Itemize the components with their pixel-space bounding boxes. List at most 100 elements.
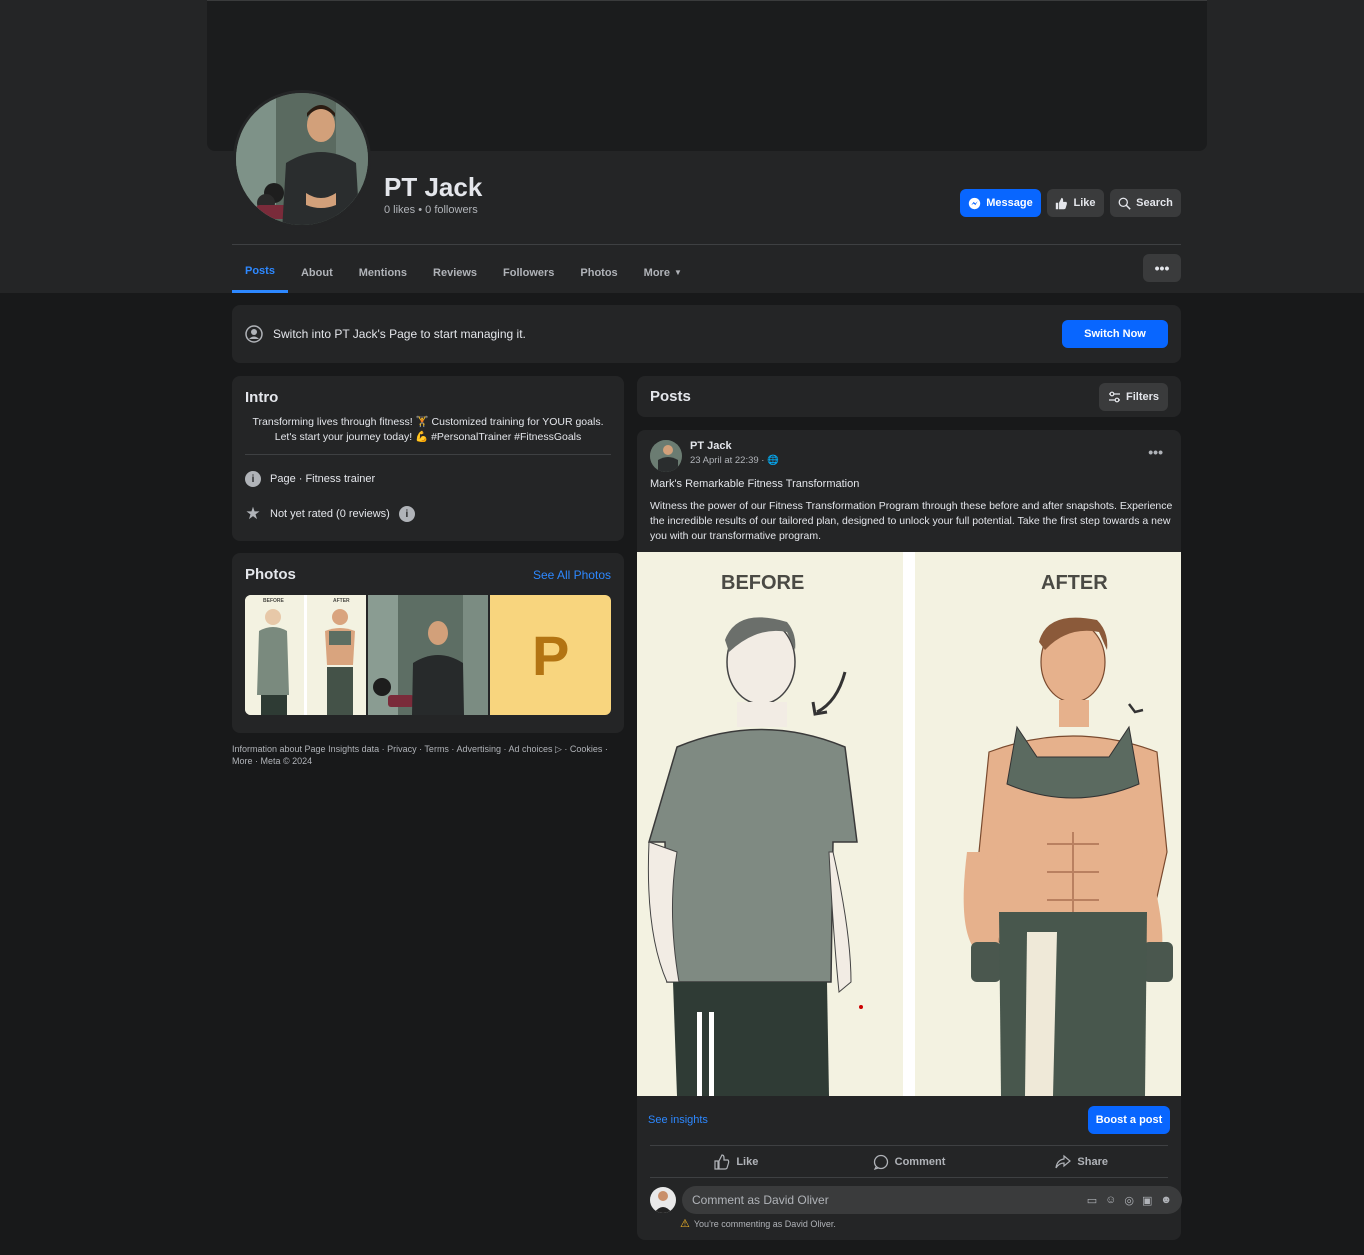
after-label: AFTER: [1041, 572, 1108, 594]
commenting-as-notice: ⚠ You're commenting as David Oliver.: [680, 1217, 836, 1230]
message-button-label: Message: [986, 197, 1033, 209]
tab-label: Followers: [503, 266, 555, 279]
thumbs-up-icon: [714, 1153, 730, 1170]
post-actions: Like Comment Share: [650, 1145, 1168, 1178]
photo-thumbnail[interactable]: BEFORE AFTER: [245, 595, 366, 715]
post-insights-row: See insights Boost a post: [637, 1096, 1181, 1144]
author-avatar[interactable]: [650, 440, 682, 472]
tab-about[interactable]: About: [288, 252, 346, 293]
sliders-icon: [1108, 391, 1121, 403]
messenger-icon: [968, 197, 981, 210]
filters-button[interactable]: Filters: [1098, 382, 1168, 411]
see-all-photos-link[interactable]: See All Photos: [533, 568, 611, 582]
profile-picture[interactable]: [233, 90, 371, 228]
camera-icon[interactable]: ◎: [1124, 1194, 1134, 1207]
sticker-icon[interactable]: ▭: [1087, 1194, 1097, 1207]
tab-label: More: [643, 266, 670, 279]
tab-label: About: [300, 266, 333, 279]
post-card: PT Jack 23 April at 22:39 · 🌐 ••• Mark's…: [637, 430, 1182, 1240]
author-name[interactable]: PT Jack: [690, 440, 779, 452]
intro-bio: Transforming lives through fitness! 🏋️ C…: [245, 415, 611, 455]
switch-now-button[interactable]: Switch Now: [1062, 320, 1168, 348]
profile-switch-icon: [245, 325, 263, 343]
photo-thumbnail[interactable]: P: [490, 595, 611, 715]
tab-mentions[interactable]: Mentions: [346, 252, 420, 293]
warning-icon: ⚠: [680, 1218, 690, 1230]
comment-tools: ▭ ☺ ◎ ▣ ☻: [1087, 1194, 1172, 1207]
comment-label: Comment: [894, 1155, 946, 1168]
post-timestamp[interactable]: 23 April at 22:39 · 🌐: [690, 455, 779, 466]
filters-label: Filters: [1125, 390, 1159, 403]
tab-label: Photos: [580, 266, 618, 279]
like-label: Like: [736, 1155, 759, 1168]
info-icon[interactable]: i: [398, 506, 415, 522]
rating-row: ★ Not yet rated (0 reviews) i: [245, 504, 611, 524]
message-button[interactable]: Message: [960, 189, 1041, 217]
photos-card: Photos See All Photos BEFORE AFTER P: [232, 553, 624, 733]
post-body: Witness the power of our Fitness Transfo…: [650, 500, 1173, 542]
page-tabs: Posts About Mentions Reviews Followers P…: [232, 252, 695, 293]
see-insights-link[interactable]: See insights: [648, 1114, 708, 1126]
image-divider: [903, 552, 915, 1096]
ellipsis-icon: •••: [1148, 444, 1163, 460]
comment-button[interactable]: Comment: [823, 1146, 996, 1177]
like-page-button[interactable]: Like: [1047, 189, 1104, 217]
caret-down-icon: ▼: [673, 268, 682, 277]
commenter-avatar[interactable]: [650, 1187, 676, 1213]
thumbs-up-icon: [1055, 197, 1068, 210]
header-divider: [232, 244, 1181, 245]
search-button[interactable]: Search: [1110, 189, 1181, 217]
tab-label: Mentions: [358, 266, 408, 279]
search-button-label: Search: [1136, 197, 1173, 209]
photo-grid: BEFORE AFTER P: [245, 595, 611, 715]
more-options-button[interactable]: •••: [1143, 254, 1181, 282]
posts-title: Posts: [650, 388, 691, 405]
page-category: Page · Fitness trainer: [270, 473, 376, 485]
share-button[interactable]: Share: [995, 1146, 1168, 1177]
tab-reviews[interactable]: Reviews: [420, 252, 490, 293]
page-stats: 0 likes • 0 followers: [384, 204, 478, 216]
intro-card: Intro Transforming lives through fitness…: [232, 376, 624, 541]
tab-photos[interactable]: Photos: [567, 252, 630, 293]
gif-icon[interactable]: ▣: [1142, 1194, 1152, 1207]
page-title: PT Jack: [384, 172, 483, 202]
comment-input[interactable]: Comment as David Oliver ▭ ☺ ◎ ▣ ☻: [682, 1186, 1182, 1214]
info-icon: i: [245, 471, 261, 487]
thumb-after-label: AFTER: [333, 598, 350, 604]
tab-label: Posts: [245, 265, 275, 277]
before-label: BEFORE: [721, 572, 805, 594]
page-initial-logo: P: [532, 623, 570, 687]
search-icon: [1118, 197, 1131, 210]
tab-posts[interactable]: Posts: [232, 252, 288, 293]
comment-composer: Comment as David Oliver ▭ ☺ ◎ ▣ ☻: [650, 1186, 1182, 1214]
ellipsis-icon: •••: [1154, 260, 1170, 276]
post-time-text: 23 April at 22:39 ·: [690, 455, 768, 466]
share-icon: [1055, 1154, 1072, 1170]
tab-more[interactable]: More ▼: [631, 252, 695, 293]
intro-title: Intro: [245, 389, 279, 406]
rating-text: Not yet rated (0 reviews): [270, 508, 390, 520]
tab-followers[interactable]: Followers: [490, 252, 567, 293]
comment-placeholder: Comment as David Oliver: [692, 1193, 829, 1207]
star-icon: ★: [245, 504, 261, 523]
post-author: PT Jack 23 April at 22:39 · 🌐: [650, 440, 779, 472]
post-title: Mark's Remarkable Fitness Transformation: [650, 478, 860, 490]
photos-title: Photos: [245, 566, 296, 583]
tab-label: Reviews: [433, 266, 478, 279]
footer-links[interactable]: Information about Page Insights data · P…: [232, 743, 624, 767]
avatar-sticker-icon[interactable]: ☻: [1160, 1194, 1172, 1207]
switch-banner-text: Switch into PT Jack's Page to start mana…: [273, 327, 526, 341]
like-post-button[interactable]: Like: [650, 1146, 823, 1177]
switch-profile-banner: Switch into PT Jack's Page to start mana…: [232, 305, 1181, 363]
post-options-button[interactable]: •••: [1148, 444, 1163, 460]
thumb-before-label: BEFORE: [263, 598, 284, 604]
comment-icon: [873, 1154, 889, 1170]
posts-header: Posts Filters: [637, 376, 1181, 417]
post-image[interactable]: BEFORE AFTER: [637, 552, 1181, 1096]
emoji-icon[interactable]: ☺: [1105, 1194, 1116, 1207]
commenting-as-text: You're commenting as David Oliver.: [693, 1218, 836, 1229]
boost-post-button[interactable]: Boost a post: [1088, 1106, 1170, 1134]
photo-thumbnail[interactable]: [367, 595, 489, 715]
like-button-label: Like: [1073, 197, 1096, 209]
page-category-row: i Page · Fitness trainer: [245, 471, 611, 487]
